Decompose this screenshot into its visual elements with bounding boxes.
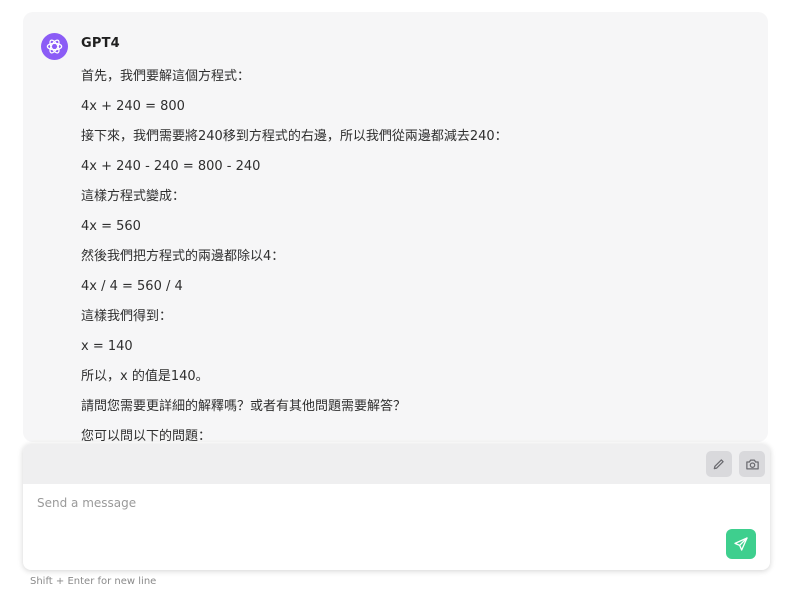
composer-hint: Shift + Enter for new line [30,576,157,587]
send-button[interactable] [726,529,756,559]
send-icon [734,537,748,551]
message-line: 接下來，我們需要將240移到方程式的右邊，所以我們從兩邊都減去240： [81,129,508,144]
sender-name: GPT4 [81,36,120,51]
message-line: x = 140 [81,339,133,354]
message-line: 4x = 560 [81,219,141,234]
message-composer [23,444,770,570]
message-line: 然後我們把方程式的兩邊都除以4： [81,249,285,264]
message-line: 這樣我們得到： [81,309,173,324]
message-line: 這樣方程式變成： [81,189,186,204]
message-line: 所以，x 的值是140。 [81,369,209,384]
chat-message-card: GPT4 首先，我們要解這個方程式： 4x + 240 = 800 接下來，我們… [23,12,768,442]
openai-logo-icon [46,39,63,54]
message-line: 4x + 240 = 800 [81,99,185,114]
assistant-message: 首先，我們要解這個方程式： 4x + 240 = 800 接下來，我們需要將24… [81,69,751,443]
attach-button[interactable] [706,451,732,477]
message-input[interactable] [37,496,717,556]
message-line: 首先，我們要解這個方程式： [81,69,251,84]
pencil-icon [713,459,724,470]
message-line: 請問您需要更詳細的解釋嗎？或者有其他問題需要解答？ [81,399,407,414]
camera-button[interactable] [739,451,765,477]
composer-toolbar [23,444,770,484]
message-line: 您可以問以下的問題： [81,429,212,443]
assistant-avatar [41,33,68,60]
message-line: 4x / 4 = 560 / 4 [81,279,183,294]
camera-icon [745,459,759,469]
message-line: 4x + 240 - 240 = 800 - 240 [81,159,261,174]
